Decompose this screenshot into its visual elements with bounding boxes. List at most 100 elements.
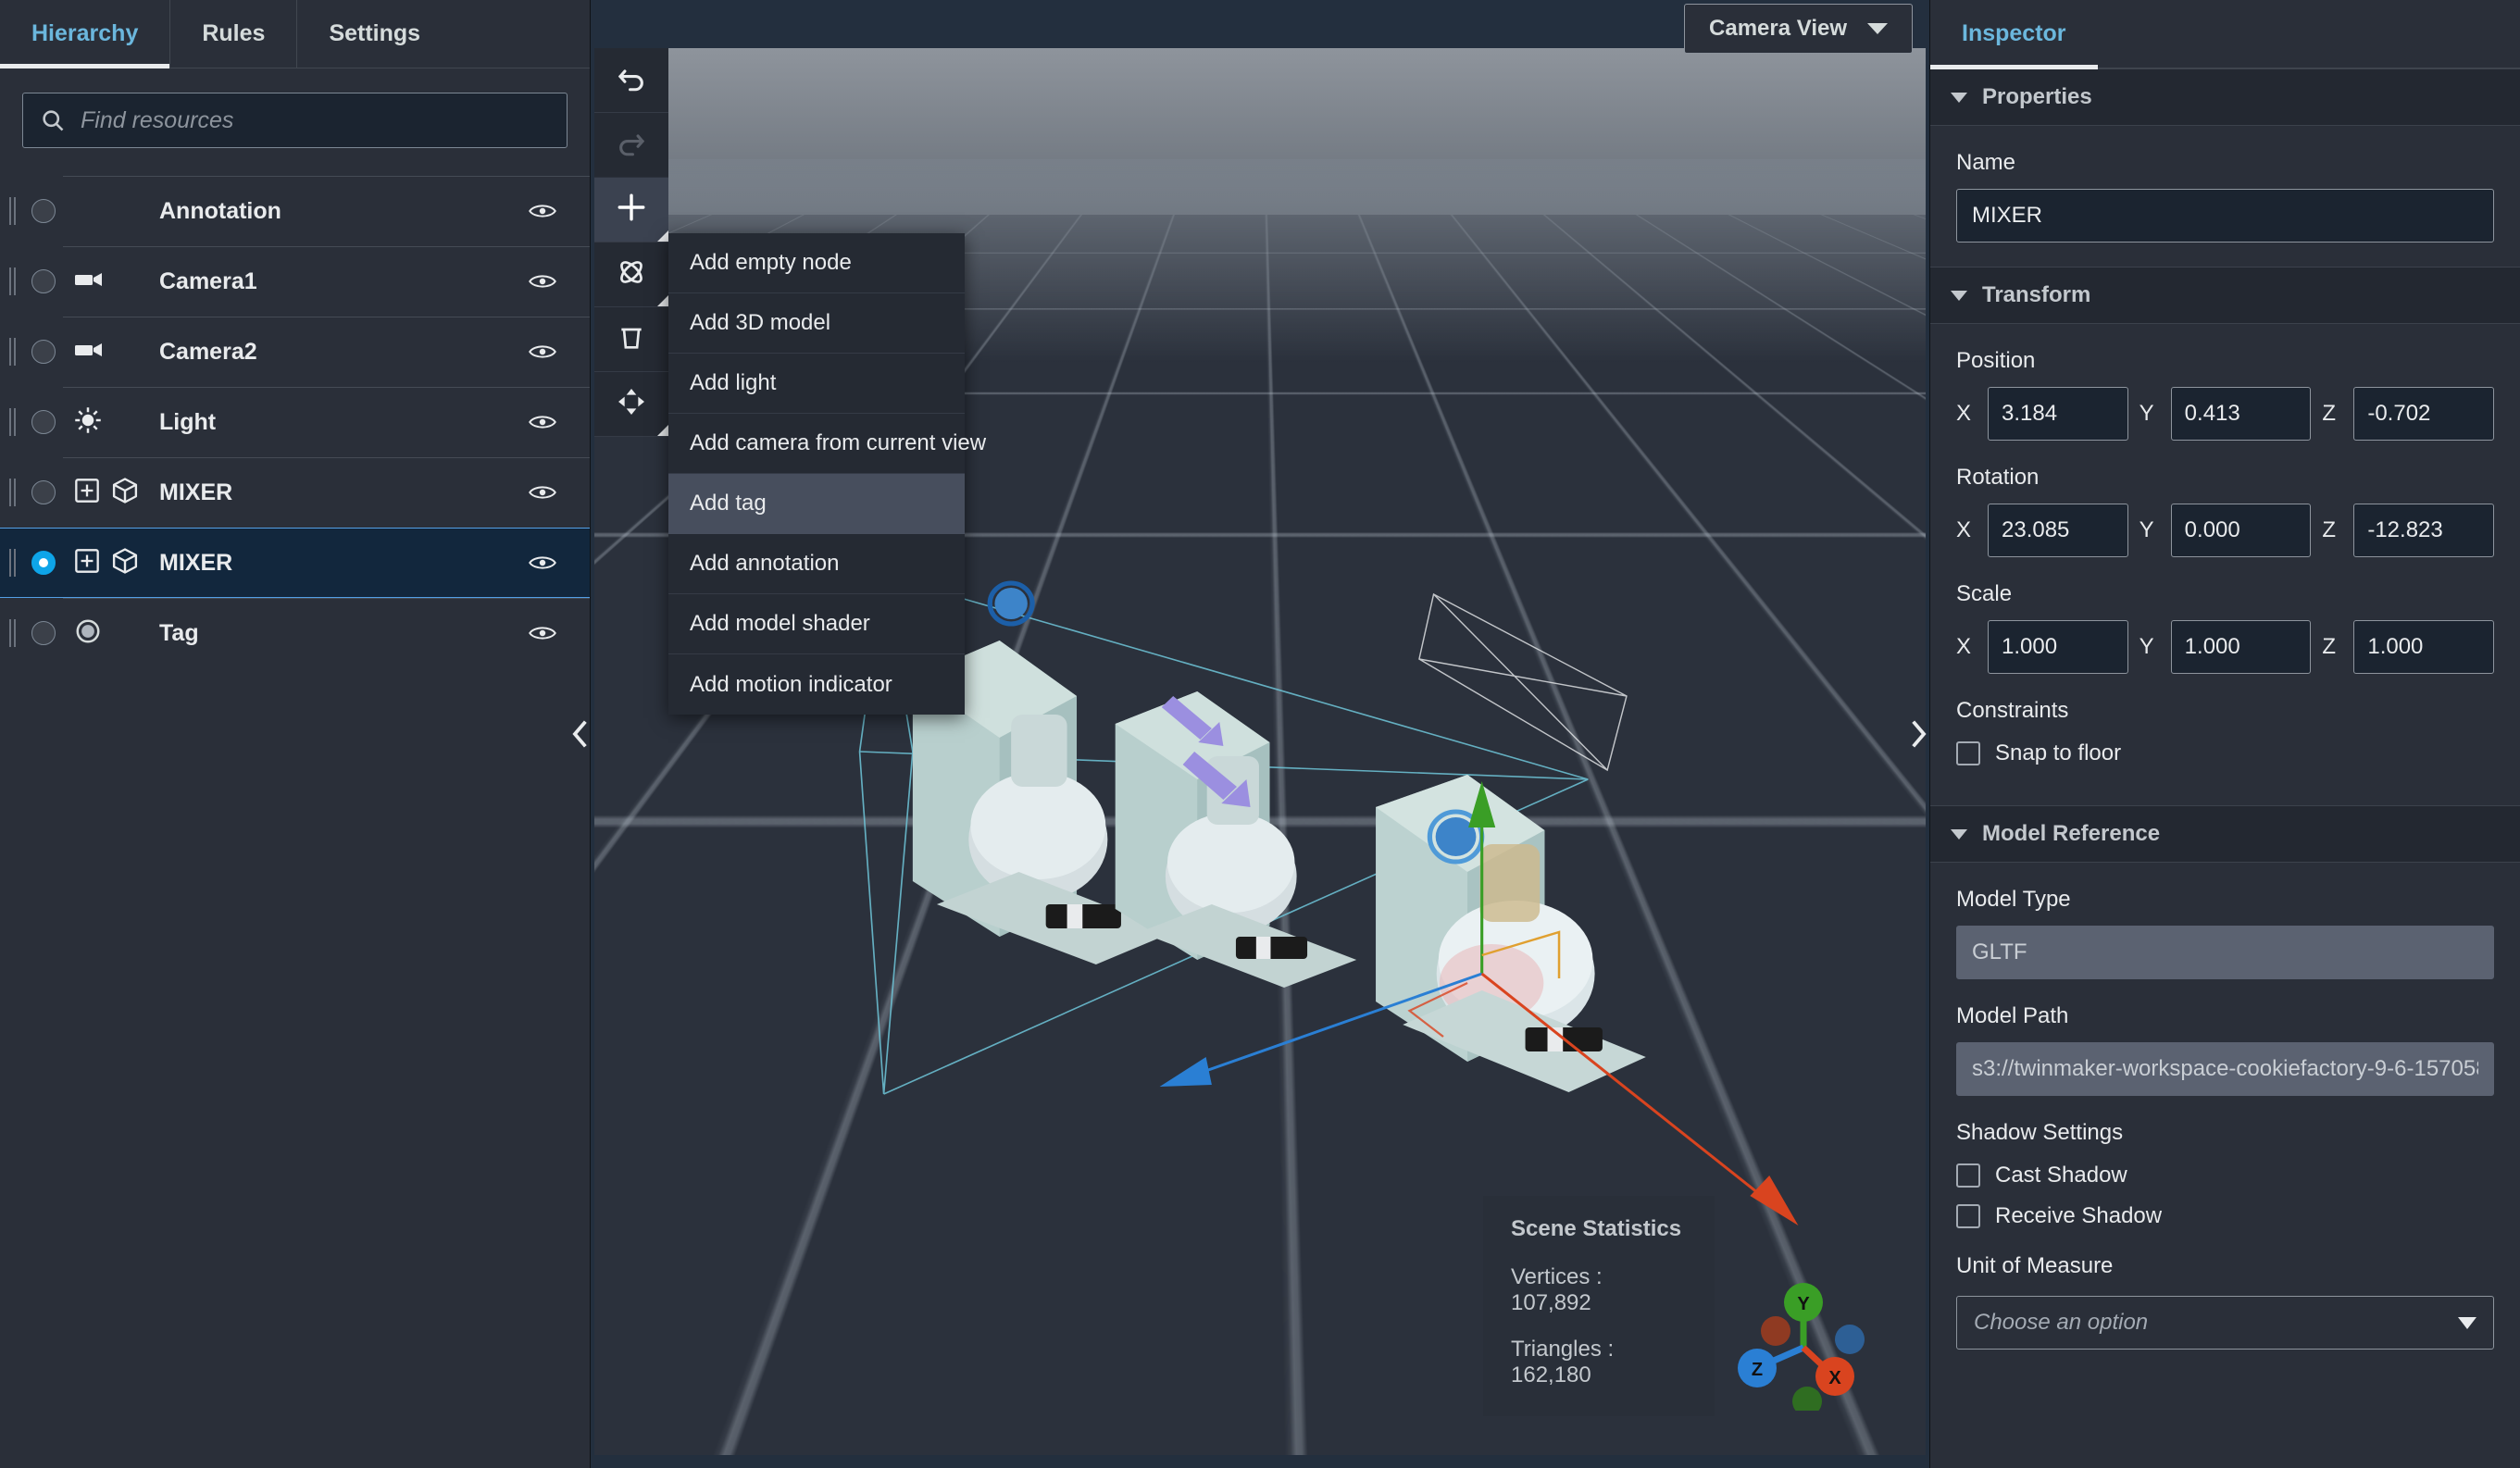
snap-to-floor-row[interactable]: Snap to floor	[1956, 740, 2494, 766]
drag-handle-icon[interactable]	[9, 267, 24, 295]
visibility-eye-icon[interactable]	[529, 342, 556, 362]
redo-button[interactable]	[594, 113, 668, 178]
scene-statistics-panel: Scene Statistics Vertices : 107,892 Tria…	[1483, 1196, 1715, 1416]
select-radio[interactable]	[31, 551, 56, 575]
receive-shadow-row[interactable]: Receive Shadow	[1956, 1203, 2494, 1229]
scale-x-input[interactable]	[1988, 620, 2128, 674]
position-y-input[interactable]	[2170, 387, 2312, 441]
rotation-row: X Y Z	[1956, 504, 2495, 557]
drag-handle-icon[interactable]	[9, 549, 24, 577]
menu-item-add-model-shader[interactable]: Add model shader	[668, 594, 965, 654]
rotation-y-input[interactable]	[2170, 504, 2312, 557]
translate-tool-button[interactable]	[594, 372, 668, 437]
visibility-eye-icon[interactable]	[529, 412, 556, 432]
drag-handle-icon[interactable]	[9, 408, 24, 436]
cast-shadow-checkbox[interactable]	[1956, 1163, 1980, 1188]
tree-row-annotation[interactable]: Annotation	[0, 176, 590, 246]
select-radio[interactable]	[31, 340, 56, 364]
scene-viewport[interactable]: Add empty node Add 3D model Add light Ad…	[594, 48, 1926, 1455]
add-object-button[interactable]	[594, 178, 668, 243]
tree-row-camera1[interactable]: Camera1	[0, 246, 590, 317]
visibility-eye-icon[interactable]	[529, 553, 556, 573]
hierarchy-tree: Annotation Camera1 Camera2 Light MIXER M…	[0, 165, 590, 668]
visibility-eye-icon[interactable]	[529, 482, 556, 503]
menu-label: Add empty node	[690, 250, 852, 275]
scale-z-input[interactable]	[2353, 620, 2495, 674]
tree-item-label: Annotation	[159, 197, 281, 224]
expand-plus-icon[interactable]	[74, 548, 100, 578]
caret-down-icon	[1951, 92, 1967, 103]
orbit-mode-button[interactable]	[594, 243, 668, 307]
tree-item-label: MIXER	[159, 479, 233, 505]
redo-icon	[616, 127, 647, 163]
search-input[interactable]	[81, 106, 550, 134]
expand-plus-icon[interactable]	[74, 478, 100, 508]
tree-row-mixer-2[interactable]: MIXER	[0, 528, 590, 598]
trash-icon	[617, 322, 646, 356]
select-radio[interactable]	[31, 199, 56, 223]
scale-y-label: Y	[2139, 634, 2154, 659]
menu-item-add-empty-node[interactable]: Add empty node	[668, 233, 965, 293]
menu-item-add-motion-indicator[interactable]: Add motion indicator	[668, 654, 965, 715]
left-panel: Hierarchy Rules Settings Annotation	[0, 0, 591, 1468]
name-input[interactable]	[1956, 189, 2494, 243]
position-x-input[interactable]	[1988, 387, 2128, 441]
receive-shadow-checkbox[interactable]	[1956, 1204, 1980, 1228]
rotation-x-input[interactable]	[1988, 504, 2128, 557]
tree-row-tag[interactable]: Tag	[0, 598, 590, 668]
drag-handle-icon[interactable]	[9, 197, 24, 225]
menu-item-add-3d-model[interactable]: Add 3D model	[668, 293, 965, 354]
position-x-label: X	[1956, 401, 1972, 426]
svg-text:Z: Z	[1752, 1360, 1763, 1380]
caret-down-icon	[1951, 290, 1967, 301]
tab-rules[interactable]: Rules	[170, 0, 298, 68]
position-z-input[interactable]	[2353, 387, 2495, 441]
menu-label: Add model shader	[690, 611, 870, 636]
camera-icon	[74, 269, 104, 294]
section-transform-header[interactable]: Transform	[1930, 267, 2520, 324]
tree-row-mixer-1[interactable]: MIXER	[0, 457, 590, 528]
menu-item-add-annotation[interactable]: Add annotation	[668, 534, 965, 594]
visibility-eye-icon[interactable]	[529, 623, 556, 643]
tab-settings[interactable]: Settings	[297, 0, 452, 68]
collapse-left-panel-button[interactable]	[566, 711, 593, 757]
rotation-z-input[interactable]	[2353, 504, 2495, 557]
select-radio[interactable]	[31, 410, 56, 434]
search-icon	[40, 107, 66, 133]
light-icon	[74, 406, 102, 439]
undo-button[interactable]	[594, 48, 668, 113]
select-radio[interactable]	[31, 621, 56, 645]
menu-item-add-light[interactable]: Add light	[668, 354, 965, 414]
snap-to-floor-checkbox[interactable]	[1956, 741, 1980, 765]
tab-hierarchy[interactable]: Hierarchy	[0, 0, 171, 68]
drag-handle-icon[interactable]	[9, 338, 24, 366]
select-radio[interactable]	[31, 480, 56, 504]
camera-view-button[interactable]: Camera View	[1684, 4, 1913, 54]
section-properties-header[interactable]: Properties	[1930, 68, 2520, 126]
tab-inspector[interactable]: Inspector	[1930, 0, 2098, 69]
menu-item-add-tag[interactable]: Add tag	[668, 474, 965, 534]
visibility-eye-icon[interactable]	[529, 201, 556, 221]
tree-row-camera2[interactable]: Camera2	[0, 317, 590, 387]
node-icons	[74, 547, 154, 579]
collapse-right-panel-button[interactable]	[1905, 711, 1929, 757]
node-icons	[74, 477, 154, 509]
menu-label: Add 3D model	[690, 310, 831, 335]
select-radio[interactable]	[31, 269, 56, 293]
section-model-reference-header[interactable]: Model Reference	[1930, 805, 2520, 863]
search-box[interactable]	[22, 93, 568, 148]
cast-shadow-row[interactable]: Cast Shadow	[1956, 1163, 2494, 1188]
model-type-label: Model Type	[1956, 887, 2071, 912]
axis-orientation-gizmo[interactable]: Y Z X	[1722, 1272, 1879, 1416]
scale-y-input[interactable]	[2170, 620, 2312, 674]
tree-row-light[interactable]: Light	[0, 387, 590, 457]
drag-handle-icon[interactable]	[9, 479, 24, 506]
menu-label: Add tag	[690, 491, 767, 516]
position-row: X Y Z	[1956, 387, 2495, 441]
unit-of-measure-select[interactable]: Choose an option	[1956, 1296, 2494, 1350]
model-type-input	[1956, 926, 2494, 979]
menu-item-add-camera-from-current-view[interactable]: Add camera from current view	[668, 414, 986, 474]
visibility-eye-icon[interactable]	[529, 271, 556, 292]
drag-handle-icon[interactable]	[9, 619, 24, 647]
delete-button[interactable]	[594, 307, 668, 372]
